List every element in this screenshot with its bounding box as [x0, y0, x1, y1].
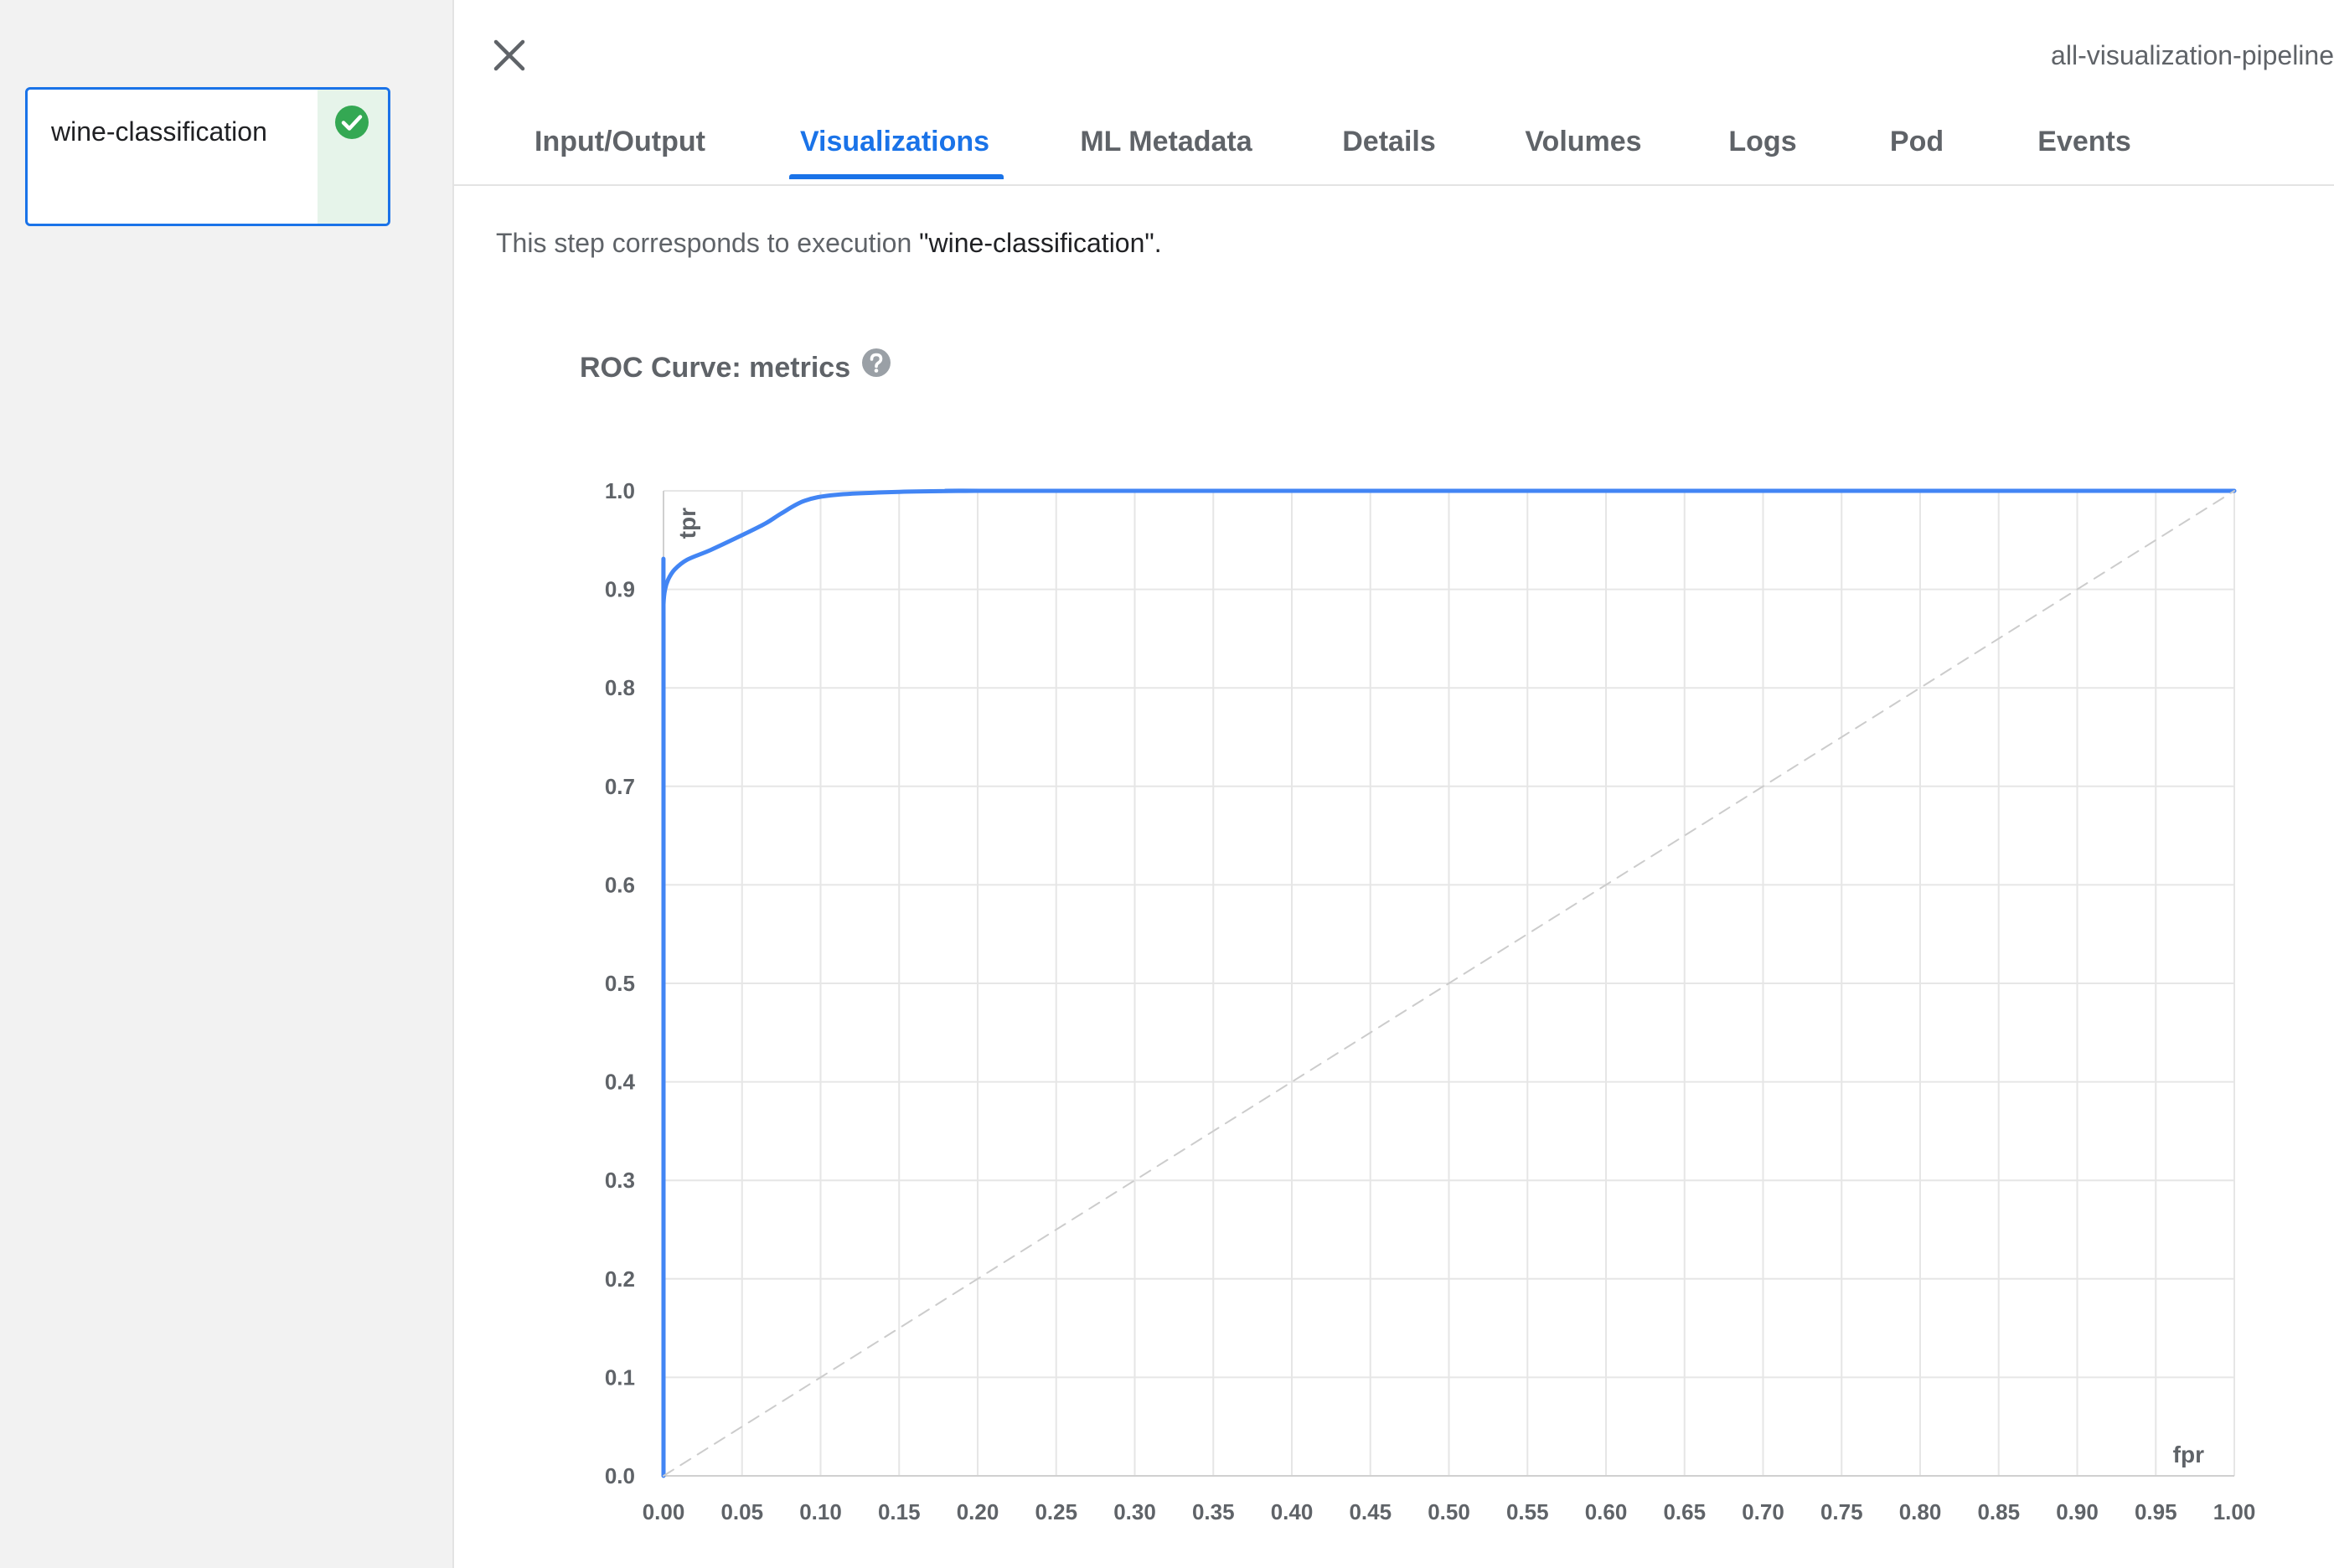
x-tick-label: 0.45 — [1349, 1499, 1392, 1524]
x-tick-label: 0.75 — [1820, 1499, 1863, 1524]
y-tick-label: 0.7 — [605, 774, 635, 799]
y-tick-label: 0.4 — [605, 1070, 636, 1095]
x-tick-label: 0.00 — [643, 1499, 685, 1524]
x-tick-label: 0.60 — [1585, 1499, 1628, 1524]
y-tick-label: 1.0 — [605, 478, 635, 503]
x-tick-label: 0.30 — [1113, 1499, 1156, 1524]
x-tick-label: 0.95 — [2135, 1499, 2177, 1524]
x-tick-label: 0.65 — [1663, 1499, 1706, 1524]
node-status-area — [318, 90, 388, 224]
x-tick-label: 0.90 — [2056, 1499, 2099, 1524]
roc-chart: 0.00 0.05 0.10 0.15 0.20 0.25 0.30 0.35 0.40 0.45… — [605, 478, 2256, 1524]
x-tick-label: 0.20 — [957, 1499, 999, 1524]
y-tick-label: 0.2 — [605, 1266, 635, 1292]
y-tick-label: 0.6 — [605, 872, 635, 897]
x-tick-label: 0.50 — [1428, 1499, 1470, 1524]
x-tick-label: 1.00 — [2213, 1499, 2256, 1524]
graph-pane: wine-classification — [0, 0, 454, 1568]
node-label: wine-classification — [51, 116, 267, 147]
x-tick-label: 0.35 — [1192, 1499, 1235, 1524]
x-tick-label: 0.15 — [878, 1499, 921, 1524]
x-tick-label: 0.85 — [1977, 1499, 2020, 1524]
x-tick-label: 0.05 — [720, 1499, 763, 1524]
y-tick-label: 0.3 — [605, 1168, 635, 1193]
y-tick-label: 0.9 — [605, 577, 635, 602]
x-tick-label: 0.10 — [799, 1499, 842, 1524]
y-axis-label: tpr — [674, 508, 700, 539]
x-tick-label: 0.25 — [1035, 1499, 1077, 1524]
pipeline-node-wine-classification[interactable]: wine-classification — [25, 87, 390, 226]
y-tick-label: 0.0 — [605, 1463, 635, 1488]
y-tick-label: 0.1 — [605, 1364, 635, 1390]
x-tick-label: 0.55 — [1506, 1499, 1549, 1524]
side-panel: all-visualization-pipeline Input/Output … — [454, 0, 2334, 1568]
y-tick-label: 0.8 — [605, 675, 635, 700]
x-tick-label: 0.70 — [1742, 1499, 1784, 1524]
x-axis-label: fpr — [2173, 1442, 2204, 1467]
y-tick-label: 0.5 — [605, 971, 635, 996]
x-tick-label: 0.80 — [1899, 1499, 1942, 1524]
check-circle-icon — [335, 106, 369, 139]
x-tick-label: 0.40 — [1271, 1499, 1314, 1524]
